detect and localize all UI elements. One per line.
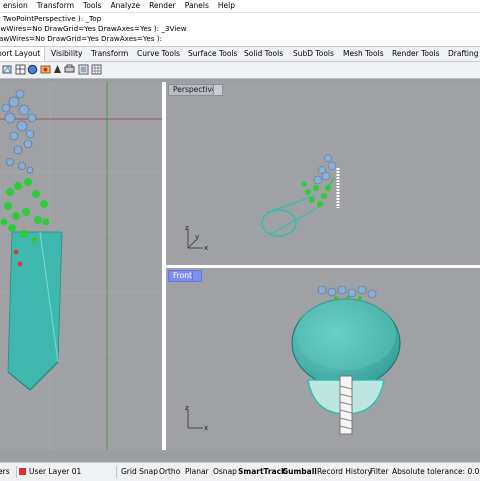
- menu-transform[interactable]: Transform: [31, 0, 80, 12]
- menu-render[interactable]: Render: [143, 0, 182, 12]
- pendant-wireframe: [261, 177, 335, 237]
- status-ortho[interactable]: Ortho: [159, 463, 180, 481]
- viewport-top-canvas: [0, 82, 162, 450]
- status-tolerance: Absolute tolerance: 0.001: [392, 467, 480, 476]
- tab-visibility[interactable]: Visibility: [51, 47, 82, 61]
- status-current-layer[interactable]: User Layer 01: [29, 463, 81, 481]
- viewport-front-canvas: z x: [185, 285, 401, 435]
- tab-transform[interactable]: Transform: [91, 47, 128, 61]
- select-icon[interactable]: [2, 64, 13, 75]
- menu-help[interactable]: Help: [212, 0, 241, 12]
- print-icon[interactable]: [64, 64, 75, 75]
- chevron-down-icon[interactable]: [213, 84, 223, 96]
- tab-render-tools[interactable]: Render Tools: [392, 47, 440, 61]
- menu-bar: ension Transform Tools Analyze Render Pa…: [0, 0, 480, 13]
- tab-surface-tools[interactable]: Surface Tools: [188, 47, 237, 61]
- layer-color-swatch: [19, 468, 26, 475]
- command-history-line: e TwoPointPerspective ): _Top: [0, 14, 102, 23]
- menu-dimension[interactable]: ension: [0, 0, 34, 12]
- axis-x-label: x: [204, 424, 208, 432]
- tab-curve-tools[interactable]: Curve Tools: [137, 47, 180, 61]
- axis-gizmo: [187, 409, 203, 429]
- shade-icon[interactable]: [27, 64, 38, 75]
- render-icon[interactable]: [40, 64, 51, 75]
- axis-z-label: z: [185, 404, 189, 412]
- prong-cluster: [301, 181, 331, 207]
- status-record-history[interactable]: Record History: [317, 463, 372, 481]
- divider: [116, 466, 117, 478]
- axis-x-label: x: [204, 244, 208, 252]
- status-filter[interactable]: Filter: [370, 463, 389, 481]
- gem-cluster: [1, 89, 37, 174]
- grid-icon[interactable]: [91, 64, 102, 75]
- status-grid-snap[interactable]: Grid Snap: [121, 463, 158, 481]
- status-bar: ers User Layer 01 Grid Snap Ortho Planar…: [0, 462, 480, 481]
- menu-analyze[interactable]: Analyze: [105, 0, 147, 12]
- status-planar[interactable]: Planar: [185, 463, 209, 481]
- light-icon[interactable]: [52, 64, 63, 75]
- status-layers[interactable]: ers: [0, 463, 10, 481]
- tab-solid-tools[interactable]: Solid Tools: [244, 47, 283, 61]
- status-smarttrack[interactable]: SmartTrack: [238, 463, 286, 481]
- axis-y-label: y: [195, 233, 199, 241]
- viewport-top[interactable]: [0, 82, 162, 450]
- toolbar: [0, 62, 480, 79]
- viewport-perspective-canvas: z x y: [185, 154, 340, 252]
- menu-panels[interactable]: Panels: [179, 0, 215, 12]
- viewport-front[interactable]: z x Front: [166, 268, 480, 450]
- tab-drafting[interactable]: Drafting: [448, 47, 479, 61]
- gem-cluster: [317, 285, 377, 299]
- toolbar-tab-strip: port Layout Visibility Transform Curve T…: [0, 47, 480, 62]
- tab-viewport-layout[interactable]: port Layout: [0, 47, 45, 61]
- menu-tools[interactable]: Tools: [77, 0, 107, 12]
- tab-label: port Layout: [0, 49, 41, 58]
- tab-mesh-tools[interactable]: Mesh Tools: [343, 47, 384, 61]
- command-history-line: awWires=No DrawGrid=Yes DrawAxes=Yes ): …: [0, 24, 187, 33]
- axis-z-label: z: [185, 224, 189, 232]
- command-history-line: rawWires=No DrawGrid=Yes DrawAxes=Yes ):: [0, 34, 163, 43]
- status-gumball[interactable]: Gumball: [282, 463, 317, 481]
- chevron-down-icon[interactable]: [192, 270, 202, 282]
- divider: [16, 466, 17, 478]
- command-history[interactable]: e TwoPointPerspective ): _Top awWires=No…: [0, 13, 480, 47]
- properties-icon[interactable]: [78, 64, 89, 75]
- status-osnap[interactable]: Osnap: [213, 463, 237, 481]
- tab-subd-tools[interactable]: SubD Tools: [293, 47, 334, 61]
- viewport-perspective[interactable]: z x y Perspective: [166, 82, 480, 265]
- wire-icon[interactable]: [15, 64, 26, 75]
